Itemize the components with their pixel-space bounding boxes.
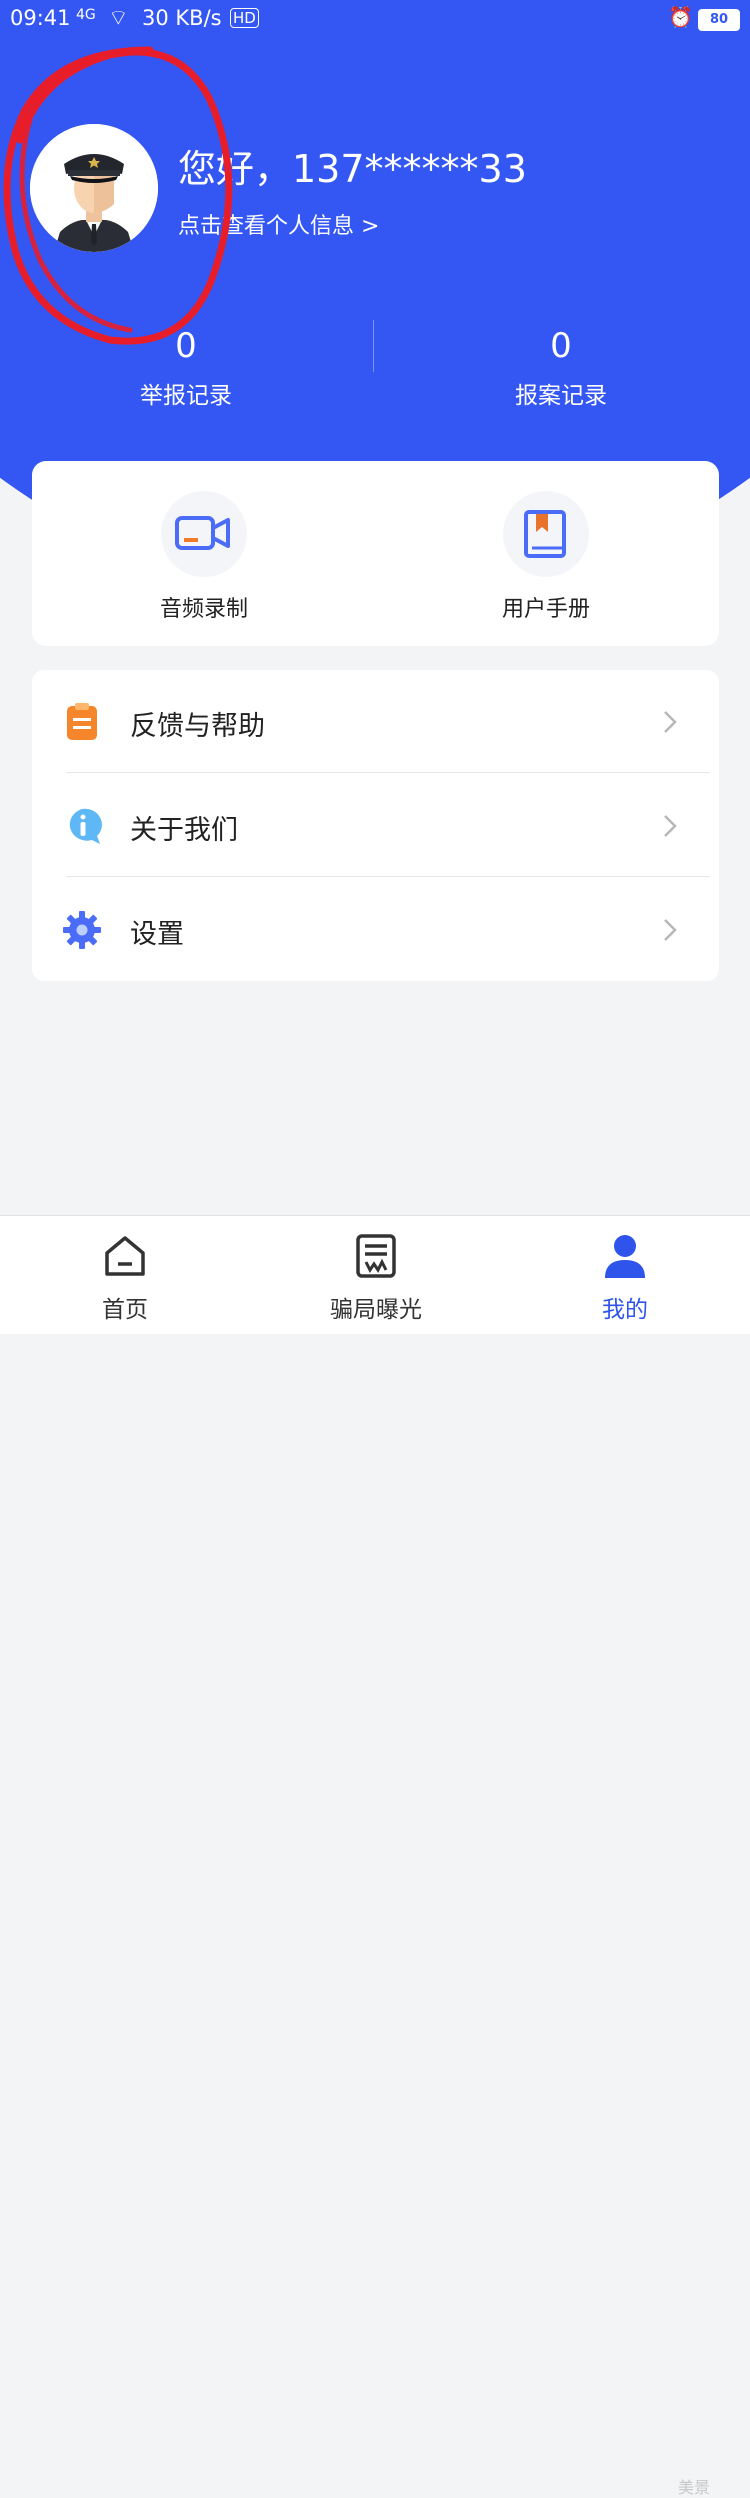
menu-item-label: 关于我们 bbox=[130, 815, 238, 846]
status-bar: 09:41 4G ⌔ 30 KB/s HD ⏰ 80 bbox=[0, 0, 750, 38]
gear-icon bbox=[62, 910, 102, 950]
chevron-right-icon bbox=[664, 711, 677, 733]
menu-divider bbox=[66, 772, 710, 773]
menu-item-feedback[interactable]: 反馈与帮助 bbox=[32, 670, 719, 774]
tab-label: 我的 bbox=[602, 1297, 648, 1323]
user-manual-button[interactable]: 用户手册 bbox=[446, 491, 646, 623]
hd-icon: HD bbox=[230, 8, 259, 28]
menu-item-settings[interactable]: 设置 bbox=[32, 878, 719, 982]
tab-scam-exposure[interactable]: 骗局曝光 bbox=[296, 1216, 456, 1334]
menu-card: 反馈与帮助 关于我们 设置 bbox=[32, 670, 719, 981]
police-avatar-icon bbox=[30, 124, 158, 252]
video-record-icon bbox=[161, 491, 247, 577]
menu-item-label: 反馈与帮助 bbox=[130, 711, 265, 742]
chevron-right-icon bbox=[664, 919, 677, 941]
greeting-text: 您好，137******33 bbox=[178, 147, 527, 191]
audio-record-button[interactable]: 音频录制 bbox=[104, 491, 304, 623]
user-manual-label: 用户手册 bbox=[501, 597, 590, 622]
signal-icon: 4G bbox=[76, 7, 96, 23]
tab-label: 首页 bbox=[102, 1297, 148, 1323]
tab-label: 骗局曝光 bbox=[330, 1297, 422, 1323]
bottom-tab-bar: 首页 骗局曝光 我的 美景 bbox=[0, 1215, 750, 2497]
report-record-label: 举报记录 bbox=[140, 383, 232, 409]
status-time: 09:41 bbox=[10, 6, 71, 30]
wifi-icon: ⌔ bbox=[108, 6, 129, 31]
tab-home[interactable]: 首页 bbox=[45, 1216, 205, 1334]
case-record-count: 0 bbox=[550, 326, 572, 366]
report-record-stat[interactable]: 0 举报记录 bbox=[86, 326, 286, 410]
info-icon bbox=[62, 806, 102, 846]
manual-book-icon bbox=[503, 491, 589, 577]
alarm-icon: ⏰ bbox=[668, 5, 693, 29]
case-record-stat[interactable]: 0 报案记录 bbox=[461, 326, 661, 410]
avatar[interactable] bbox=[30, 124, 158, 252]
menu-divider bbox=[66, 876, 710, 877]
stat-divider bbox=[373, 320, 374, 372]
chevron-right-icon bbox=[664, 815, 677, 837]
network-speed: 30 KB/s bbox=[142, 6, 222, 30]
user-icon bbox=[601, 1232, 649, 1280]
case-record-label: 报案记录 bbox=[515, 383, 607, 409]
news-icon bbox=[352, 1232, 400, 1280]
tab-mine[interactable]: 我的 bbox=[545, 1216, 705, 1334]
watermark: 美景 bbox=[678, 2478, 711, 2497]
home-icon bbox=[101, 1232, 149, 1280]
clipboard-icon bbox=[62, 702, 102, 742]
menu-item-label: 设置 bbox=[130, 919, 184, 950]
report-record-count: 0 bbox=[175, 326, 197, 366]
menu-item-about-us[interactable]: 关于我们 bbox=[32, 774, 719, 878]
view-profile-link[interactable]: 点击查看个人信息 > bbox=[178, 208, 379, 240]
audio-record-label: 音频录制 bbox=[159, 597, 248, 622]
battery-icon: 80 bbox=[698, 9, 740, 31]
tools-card: 音频录制 用户手册 bbox=[32, 461, 719, 646]
